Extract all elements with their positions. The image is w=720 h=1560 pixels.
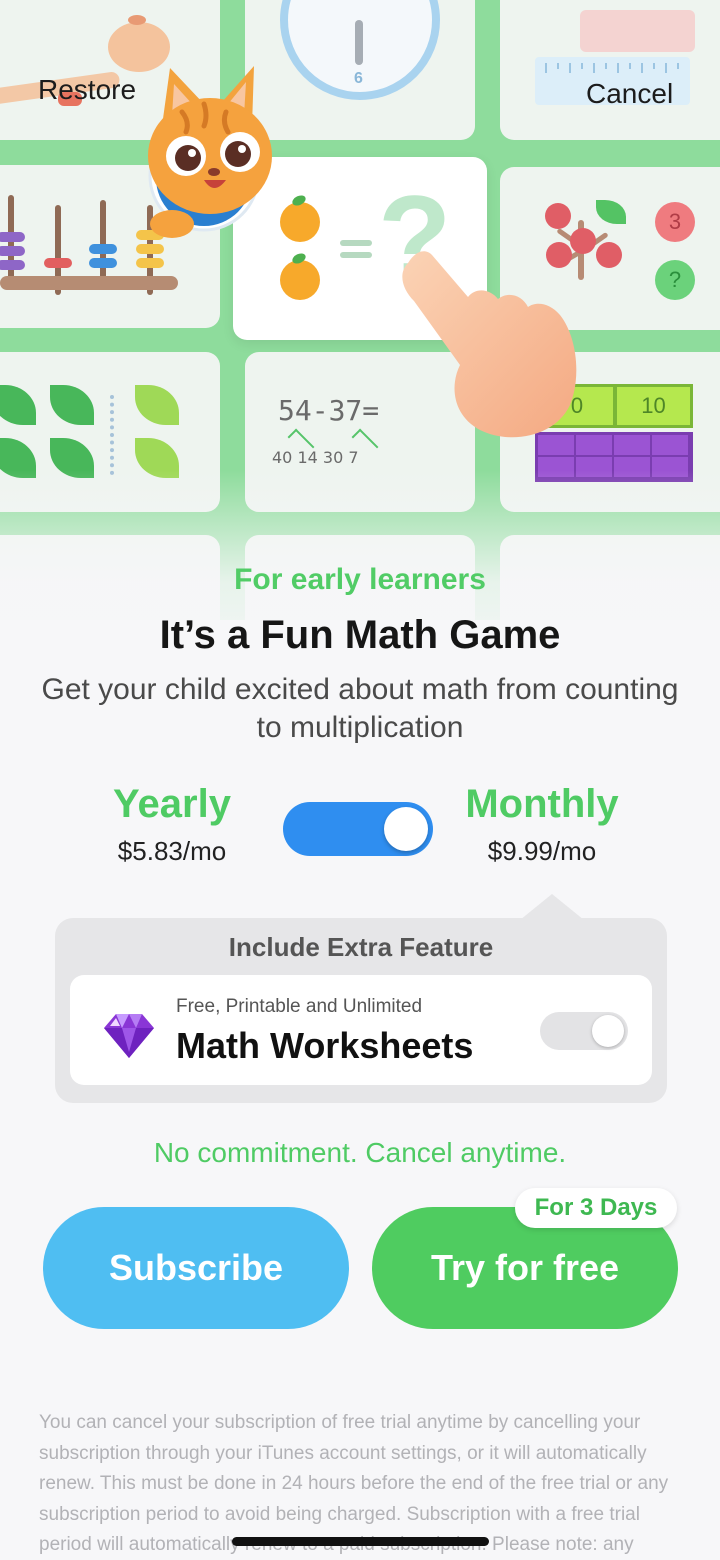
question-badge: ? bbox=[655, 260, 695, 300]
diamond-gem-icon bbox=[104, 1014, 154, 1058]
equation-breakdown: 40 14 30 7 bbox=[272, 448, 359, 467]
yearly-plan-label[interactable]: Yearly bbox=[80, 782, 264, 827]
feature-pointer bbox=[520, 894, 584, 920]
commitment-note: No commitment. Cancel anytime. bbox=[153, 1137, 567, 1168]
red-block-decoration bbox=[580, 10, 695, 52]
block-label: 10 bbox=[641, 393, 666, 418]
page-subtitle: Get your child excited about math from c… bbox=[41, 673, 679, 744]
worksheets-toggle-knob bbox=[592, 1015, 624, 1047]
extra-feature-name: Math Worksheets bbox=[176, 1025, 474, 1066]
plan-toggle-knob bbox=[384, 807, 428, 851]
extra-feature-subtitle: Free, Printable and Unlimited bbox=[176, 996, 423, 1017]
clock-hand bbox=[355, 20, 363, 65]
equation-text: 54-37= bbox=[278, 394, 380, 427]
page-title: It’s a Fun Math Game bbox=[159, 613, 561, 657]
worksheets-toggle[interactable] bbox=[540, 1012, 628, 1050]
hero-fade-overlay bbox=[0, 470, 720, 620]
cancel-button[interactable]: Cancel bbox=[586, 78, 673, 110]
peach-leaf-icon bbox=[128, 15, 146, 25]
trial-duration-badge: For 3 Days bbox=[515, 1188, 677, 1228]
clock-number: 6 bbox=[354, 70, 363, 87]
equals-icon bbox=[340, 238, 372, 260]
monthly-plan-label[interactable]: Monthly bbox=[444, 782, 640, 827]
yearly-plan-price[interactable]: $5.83/mo bbox=[80, 836, 264, 867]
home-indicator[interactable] bbox=[232, 1537, 489, 1546]
monthly-plan-price[interactable]: $9.99/mo bbox=[444, 836, 640, 867]
subscribe-button-label: Subscribe bbox=[108, 1247, 284, 1288]
restore-button[interactable]: Restore bbox=[38, 74, 136, 106]
pointing-hand-icon bbox=[402, 251, 577, 438]
extra-feature-title: Include Extra Feature bbox=[228, 932, 494, 962]
subscribe-button[interactable]: Subscribe bbox=[43, 1207, 349, 1329]
cat-mascot-icon bbox=[148, 66, 272, 238]
tagline: For early learners bbox=[234, 563, 486, 596]
plan-toggle[interactable] bbox=[283, 802, 433, 856]
count-badge: 3 bbox=[655, 202, 695, 242]
